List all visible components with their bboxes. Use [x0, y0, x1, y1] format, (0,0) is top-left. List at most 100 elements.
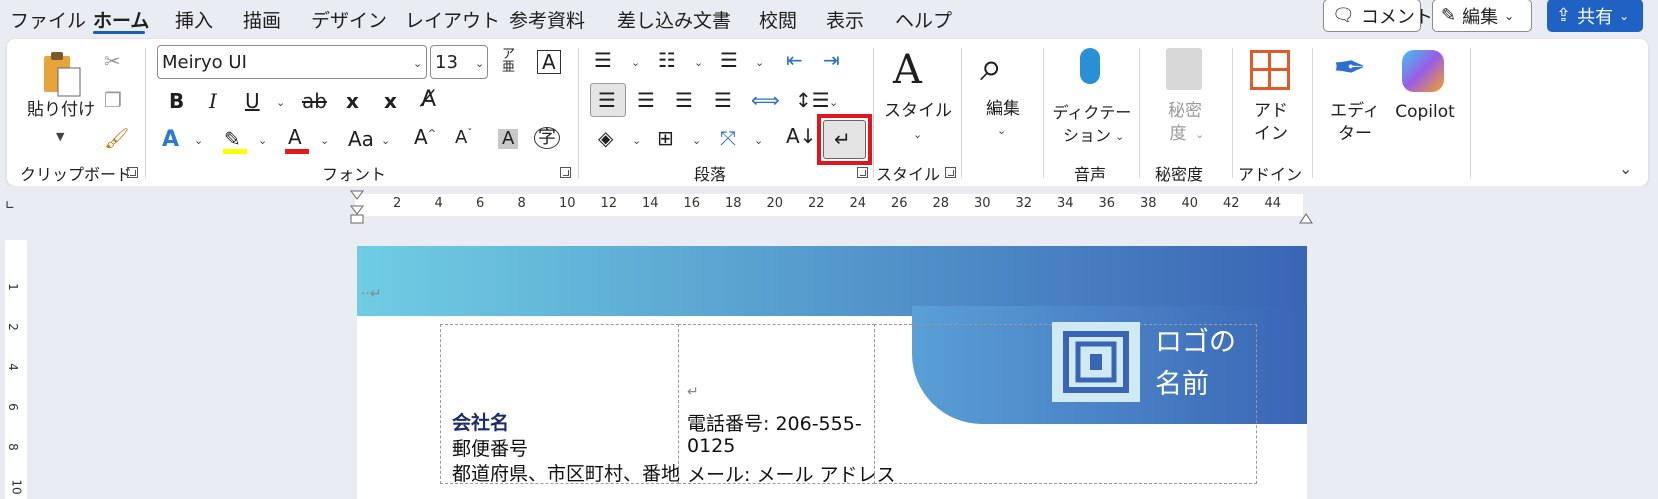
highlight-icon[interactable]: ✎	[224, 129, 241, 149]
styles-icon[interactable]: A	[893, 50, 922, 90]
chevron-down-icon[interactable]: ⌄	[381, 134, 390, 147]
chevron-down-icon[interactable]: ⌄	[258, 134, 267, 147]
align-right-icon[interactable]: ☰	[675, 90, 693, 110]
font-name-box[interactable]: Meiryo UI ⌄	[157, 45, 427, 79]
editor-label-2[interactable]: ター	[1320, 123, 1390, 145]
postal-code[interactable]: 郵便番号	[452, 434, 528, 461]
bold-button[interactable]: B	[169, 91, 184, 111]
document-page[interactable]: ··↵ ロゴの 名前 会社名 郵便番号 都道府県、市区町村、番地 ↵ 電話番号:…	[357, 246, 1307, 499]
superscript-button[interactable]: x	[384, 91, 397, 111]
chevron-down-icon[interactable]: ⌄	[913, 128, 922, 141]
editing-label[interactable]: 編集	[968, 98, 1038, 120]
chevron-down-icon[interactable]: ⌄	[754, 134, 763, 147]
numbering-icon[interactable]: ☷	[658, 50, 676, 70]
logo-icon[interactable]	[1052, 322, 1140, 402]
indent-marker-icon[interactable]	[350, 190, 364, 224]
paste-button[interactable]	[40, 50, 84, 98]
distributed-icon[interactable]: ⟺	[751, 90, 780, 110]
menu-design[interactable]: デザイン	[311, 6, 387, 33]
tab-selector-icon[interactable]: ∟	[5, 198, 15, 212]
clear-formatting-icon[interactable]: A̸	[421, 89, 436, 111]
align-center-icon[interactable]: ☰	[637, 90, 655, 110]
chevron-down-icon[interactable]: ⌄	[692, 134, 701, 147]
paste-dropdown-icon[interactable]: ▼	[56, 130, 64, 143]
font-launcher-icon[interactable]	[560, 167, 571, 178]
align-left-button[interactable]: ☰	[590, 83, 626, 117]
borders-icon[interactable]: ⊞	[657, 128, 674, 148]
dictate-label-2[interactable]: ション	[1052, 125, 1122, 147]
menu-review[interactable]: 校閲	[759, 6, 797, 33]
chevron-down-icon[interactable]: ⌄	[632, 134, 641, 147]
grow-font-icon[interactable]: A^	[414, 127, 436, 147]
menu-view[interactable]: 表示	[826, 6, 864, 33]
strikethrough-button[interactable]: ab	[302, 91, 327, 111]
address[interactable]: 都道府県、市区町村、番地	[452, 459, 680, 486]
menu-file[interactable]: ファイル	[10, 6, 86, 33]
italic-button[interactable]: I	[209, 91, 217, 111]
phonetic-guide-icon[interactable]: ア亜	[502, 48, 515, 74]
chevron-down-icon[interactable]: ⌄	[194, 134, 203, 147]
font-size-box[interactable]: 13 ⌄	[430, 45, 488, 79]
underline-button[interactable]: U	[245, 91, 260, 111]
shrink-font-icon[interactable]: Aˇ	[455, 129, 472, 147]
addins-label-2[interactable]: イン	[1236, 123, 1306, 145]
copilot-label[interactable]: Copilot	[1388, 101, 1462, 123]
chevron-down-icon[interactable]: ⌄	[694, 56, 703, 69]
share-button[interactable]: ⇪ 共有 ⌄	[1547, 0, 1643, 32]
subscript-button[interactable]: x	[346, 91, 359, 111]
line-spacing-icon[interactable]: ↕☰	[795, 90, 830, 110]
chevron-down-icon[interactable]: ⌄	[1115, 130, 1124, 143]
menu-layout[interactable]: レイアウト	[405, 6, 500, 33]
format-painter-icon[interactable]: 🖌	[104, 128, 129, 148]
increase-indent-icon[interactable]: ⇥	[823, 50, 840, 70]
shading-icon[interactable]: ◈	[598, 128, 613, 148]
menu-mailings[interactable]: 差し込み文書	[617, 6, 731, 33]
bullets-icon[interactable]: ☰	[594, 50, 612, 70]
multilevel-list-icon[interactable]: ☰	[720, 50, 738, 70]
text-effects-icon[interactable]: A	[162, 129, 179, 151]
edit-mode-button[interactable]: ✎ 編集 ⌄	[1432, 0, 1532, 32]
menu-references[interactable]: 参考資料	[509, 6, 585, 33]
change-case-button[interactable]: Aa	[348, 129, 374, 149]
menu-insert[interactable]: 挿入	[175, 6, 213, 33]
cut-icon[interactable]: ✂	[104, 51, 121, 71]
logo-name[interactable]: ロゴの 名前	[1155, 322, 1265, 406]
chevron-down-icon[interactable]: ⌄	[276, 96, 285, 109]
chevron-down-icon[interactable]: ⌄	[755, 56, 764, 69]
chevron-down-icon[interactable]: ⌄	[320, 134, 329, 147]
show-paragraph-marks-button[interactable]: ↵	[823, 120, 866, 159]
sort-icon[interactable]: A↓	[786, 126, 816, 146]
justify-icon[interactable]: ☰	[714, 90, 732, 110]
decrease-indent-icon[interactable]: ⇤	[786, 50, 803, 70]
dictate-label-1[interactable]: ディクテー	[1052, 102, 1132, 124]
phone-continued[interactable]: 0125	[687, 435, 735, 457]
character-border-icon[interactable]: A	[537, 50, 561, 74]
clipboard-launcher-icon[interactable]	[127, 167, 138, 178]
styles-launcher-icon[interactable]	[945, 167, 956, 178]
addins-icon[interactable]	[1250, 50, 1290, 90]
menu-help[interactable]: ヘルプ	[895, 6, 952, 33]
addins-label-1[interactable]: アド	[1236, 100, 1306, 122]
company-name[interactable]: 会社名	[452, 408, 509, 435]
chevron-down-icon[interactable]: ⌄	[631, 56, 640, 69]
editor-icon[interactable]: ✒	[1333, 48, 1367, 88]
enclose-characters-icon[interactable]: 字	[534, 127, 560, 149]
phone[interactable]: 電話番号: 206-555-	[687, 409, 862, 436]
styles-label[interactable]: スタイル	[883, 100, 953, 122]
paste-label[interactable]: 貼り付け	[27, 102, 95, 119]
dictate-icon[interactable]	[1080, 48, 1100, 84]
paragraph-launcher-icon[interactable]	[857, 167, 868, 178]
character-shading-icon[interactable]: A	[498, 129, 519, 149]
menu-home[interactable]: ホーム	[93, 6, 149, 33]
copy-icon[interactable]: ❐	[104, 90, 122, 110]
comment-button[interactable]: 🗨 コメント	[1323, 0, 1433, 32]
right-indent-marker-icon[interactable]	[1299, 210, 1313, 224]
editor-label-1[interactable]: エディ	[1320, 100, 1390, 122]
copilot-icon[interactable]	[1402, 50, 1444, 92]
asian-layout-icon[interactable]: ⤧	[720, 128, 736, 148]
email[interactable]: メール: メール アドレス	[687, 460, 895, 487]
menu-draw[interactable]: 描画	[243, 6, 281, 33]
font-color-icon[interactable]: A	[288, 127, 302, 147]
chevron-down-icon[interactable]: ⌄	[829, 96, 838, 109]
ruler-strip[interactable]	[355, 194, 1303, 216]
